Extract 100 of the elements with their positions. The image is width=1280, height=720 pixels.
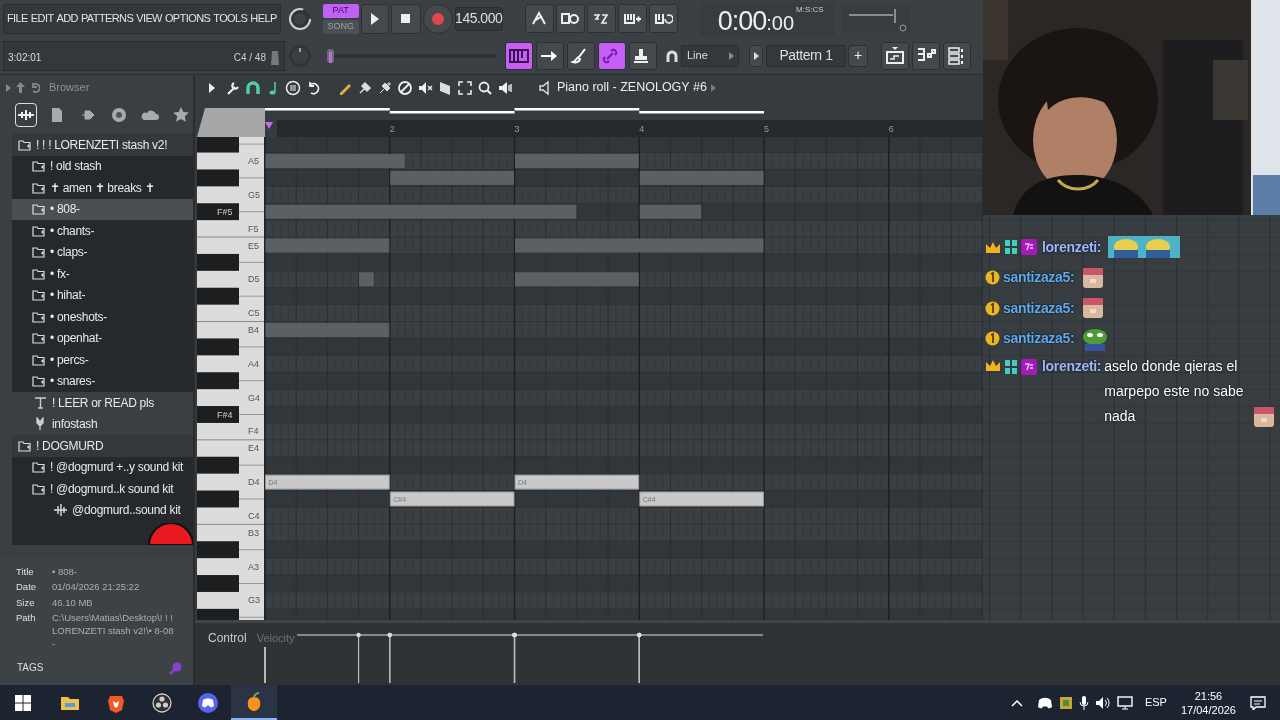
menu-item[interactable]: VIEW: [136, 10, 162, 27]
toolbar-button[interactable]: [648, 4, 678, 33]
toolbar-button[interactable]: [586, 4, 616, 33]
chat-username[interactable]: lorenzeti:: [1042, 236, 1102, 258]
menu-item[interactable]: EDIT: [30, 10, 54, 27]
caret-icon: [729, 51, 734, 60]
browser-tab[interactable]: [15, 103, 37, 127]
playhead-marker[interactable]: [265, 122, 273, 129]
language-indicator[interactable]: ESP: [1144, 694, 1167, 711]
tree-item[interactable]: ! ! ! LORENZETI stash v2!: [12, 134, 193, 156]
tree-item[interactable]: ✝ amen ✝ breaks ✝: [12, 177, 193, 199]
tree-item[interactable]: • chants-: [12, 220, 193, 242]
window-button[interactable]: [912, 41, 940, 70]
chat-username[interactable]: santizaza5:: [1003, 328, 1075, 350]
menu-item[interactable]: PATTERNS: [80, 10, 134, 27]
bar-number: 6: [888, 124, 894, 134]
select-icon[interactable]: [457, 79, 473, 96]
tree-item[interactable]: • openhat-: [12, 327, 193, 349]
microphone-icon[interactable]: [1078, 695, 1089, 710]
wrench-icon[interactable]: [225, 79, 241, 96]
gamepad-icon[interactable]: [1036, 695, 1053, 710]
caret-icon: [6, 83, 11, 92]
toolbar-button[interactable]: [617, 4, 647, 33]
knob[interactable]: [286, 5, 313, 32]
add-pattern-button[interactable]: +: [848, 44, 868, 67]
waveform-icon: [54, 503, 67, 518]
tree-item[interactable]: ! @dogmurd +..y sound kit: [12, 456, 193, 478]
tree-item[interactable]: • hihat-: [12, 284, 193, 306]
window-button[interactable]: [943, 41, 971, 70]
tree-item[interactable]: • oneshots-: [12, 306, 193, 328]
zoom-icon[interactable]: [477, 79, 493, 96]
menu-item[interactable]: FILE: [7, 10, 28, 27]
paint-icon[interactable]: [357, 79, 373, 96]
piano-keyboard[interactable]: [197, 137, 265, 620]
tool-button[interactable]: [567, 41, 595, 70]
caret-icon: [753, 51, 759, 60]
tree-item[interactable]: • snares-: [12, 370, 193, 392]
volume-icon[interactable]: [1094, 695, 1111, 710]
bar-number: 4: [639, 124, 645, 134]
stop-button[interactable]: [390, 3, 421, 34]
snap-dropdown[interactable]: Line: [681, 44, 739, 67]
slider-thumb[interactable]: [327, 48, 334, 63]
tool-button[interactable]: [536, 41, 564, 70]
chat-message: aselo donde qieras el marpepo este no sabe nada: [1104, 357, 1245, 426]
info-label: Path: [16, 610, 37, 625]
chat-username[interactable]: santizaza5:: [1003, 267, 1075, 289]
tree-item[interactable]: ! LEER or READ pls: [12, 392, 193, 414]
menu-icon[interactable]: [285, 79, 301, 96]
tree-item[interactable]: ! DOGMURD: [12, 435, 193, 457]
tree-item[interactable]: • 808-: [12, 198, 193, 220]
pattern-selector[interactable]: Pattern 1: [766, 44, 846, 67]
key-label: A5: [248, 156, 259, 166]
magnet-icon[interactable]: [666, 49, 678, 62]
chat-username[interactable]: lorenzeti:: [1042, 354, 1102, 379]
pitch-slider[interactable]: [327, 47, 499, 64]
tree-item[interactable]: ! @dogmurd..k sound kit: [12, 478, 193, 500]
mode-toggle[interactable]: PAT: [322, 3, 359, 18]
delete-icon[interactable]: [397, 79, 413, 96]
magnet-icon[interactable]: [245, 79, 261, 96]
menu-item[interactable]: HELP: [250, 10, 277, 27]
key-label: G5: [248, 189, 260, 200]
speaker-icon[interactable]: [497, 79, 513, 96]
tree-item[interactable]: • claps-: [12, 241, 193, 263]
play-button[interactable]: [360, 3, 389, 34]
tree-item[interactable]: @dogmurd..sound kit: [12, 499, 193, 521]
clock-date[interactable]: 17/04/2026: [1180, 702, 1236, 717]
tree-item[interactable]: • percs-: [12, 349, 193, 371]
stop-icon: [401, 14, 411, 23]
paint-add-icon[interactable]: [377, 79, 393, 96]
window-button[interactable]: [881, 41, 909, 70]
pattern-play-button[interactable]: [749, 44, 763, 67]
playlist-icon: [884, 45, 906, 66]
slice-icon[interactable]: [437, 79, 453, 96]
subscriber-badge-icon: [1021, 239, 1037, 256]
play-icon: [370, 12, 379, 25]
key-label: C4: [248, 510, 260, 521]
menu-item[interactable]: TOOLS: [213, 10, 248, 27]
tempo-field[interactable]: 145.000: [454, 6, 503, 31]
tree-item[interactable]: infostash: [12, 413, 193, 435]
notification-icon[interactable]: [1250, 695, 1266, 710]
tree-item[interactable]: • fx-: [12, 263, 193, 285]
menu-item[interactable]: ADD: [56, 10, 78, 27]
toolbar-button[interactable]: [555, 4, 585, 33]
tool-button[interactable]: [629, 41, 657, 70]
network-icon[interactable]: [1116, 695, 1133, 710]
clock-time[interactable]: 21:56: [1194, 688, 1223, 703]
key-label: F4: [248, 426, 259, 437]
menu-item[interactable]: OPTIONS: [164, 10, 211, 27]
chevron-up-icon[interactable]: [1010, 698, 1023, 707]
tree-item[interactable]: ! old stash: [12, 155, 193, 177]
control-label[interactable]: Control: [208, 629, 247, 647]
grid-badge-icon: [1004, 359, 1018, 375]
toolbar-button[interactable]: [524, 4, 554, 33]
taskbar-app[interactable]: [231, 685, 277, 720]
subscriber-badge-icon: [1021, 359, 1037, 375]
folder-icon: [32, 481, 45, 496]
app-tray-icon[interactable]: [1058, 695, 1073, 710]
windows-icon[interactable]: [15, 694, 31, 711]
chat-username[interactable]: santizaza5:: [1003, 297, 1075, 319]
caret-icon: [710, 83, 716, 92]
